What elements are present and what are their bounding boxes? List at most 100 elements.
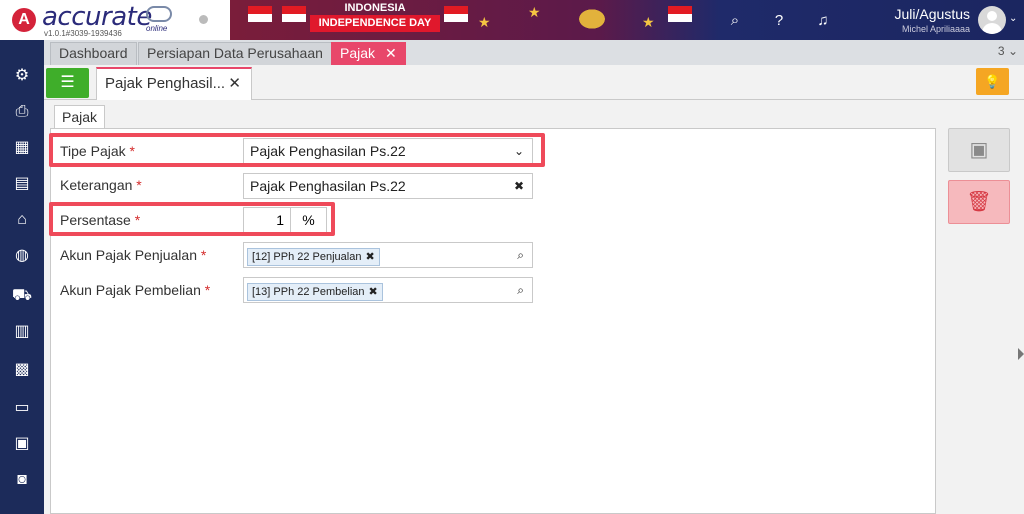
tab-label: Pajak (340, 45, 376, 61)
building-icon[interactable]: ▦ (10, 136, 34, 160)
trash-icon: 🗑 (966, 191, 992, 213)
independence-day-banner: INDONESIA INDEPENDENCE DAY ★ ★ ★ (238, 0, 698, 40)
required-mark: * (129, 143, 135, 159)
label-text: Persentase (60, 212, 131, 228)
close-icon[interactable]: ✕ (385, 45, 397, 61)
header-icons: ⌕ ? ♫ (725, 0, 833, 40)
status-dot (199, 15, 208, 24)
logo[interactable]: A accurate online v1.0.1#3039-1939436 (0, 0, 230, 40)
user-name: Michel Apriliaaaa (901, 24, 970, 34)
avatar[interactable] (978, 6, 1006, 34)
persentase-label: Persentase * (60, 212, 140, 228)
banner-title: INDONESIA (344, 2, 406, 14)
tipe-pajak-label: Tipe Pajak * (60, 143, 135, 159)
keterangan-label: Keterangan * (60, 177, 142, 193)
report-icon[interactable]: ◙ (10, 468, 34, 492)
tabs-count[interactable]: 3 ⌄ (998, 44, 1018, 58)
module-tabs: Dashboard Persiapan Data Perusahaan Paja… (44, 40, 1024, 65)
inventory-icon[interactable]: ▭ (10, 396, 34, 420)
search-icon[interactable]: ⌕ (517, 243, 524, 267)
bank-icon[interactable]: ⌂ (10, 208, 34, 232)
logo-mark-icon: A (12, 8, 36, 32)
remove-chip-icon[interactable]: ✖ (369, 286, 378, 298)
percent-unit: % (291, 207, 327, 233)
list-button[interactable]: ☰ (46, 68, 89, 98)
label-text: Keterangan (60, 177, 133, 193)
remove-chip-icon[interactable]: ✖ (365, 251, 374, 263)
doc-tab-label: Pajak Penghasil... (105, 75, 226, 92)
star-icon: ★ (478, 14, 491, 30)
tipe-pajak-select[interactable]: Pajak Penghasilan Ps.22 ⌄ (243, 138, 533, 164)
tab-label: Dashboard (59, 45, 128, 61)
cart-icon[interactable]: ⛟ (10, 284, 34, 308)
tab-pajak-form[interactable]: Pajak (54, 105, 106, 130)
period-label: Juli/Agustus (894, 6, 970, 22)
label-text: Tipe Pajak (60, 143, 126, 159)
search-icon[interactable]: ⌕ (517, 278, 524, 302)
lightbulb-icon: 💡 (984, 74, 1001, 89)
form-panel: Tipe Pajak * Pajak Penghasilan Ps.22 ⌄ K… (49, 128, 936, 514)
save-button[interactable]: ▣ (948, 128, 1010, 172)
expand-arrow-icon[interactable] (1018, 348, 1024, 360)
factory-icon[interactable]: ▩ (10, 358, 34, 382)
clear-icon[interactable]: ✖ (514, 174, 524, 198)
account-chip: [13] PPh 22 Pembelian ✖ (247, 283, 383, 301)
chevron-down-icon: ⌄ (513, 144, 524, 158)
app-version: v1.0.1#3039-1939436 (44, 29, 122, 38)
flag-icon (248, 6, 272, 22)
logo-subtext: online (146, 24, 168, 33)
required-mark: * (204, 282, 211, 298)
cloud-icon (146, 6, 172, 22)
akun-pajak-penjualan-field[interactable]: [12] PPh 22 Penjualan ✖ ⌕ (243, 242, 533, 268)
search-icon[interactable]: ⌕ (725, 12, 745, 29)
chip-label: [12] PPh 22 Penjualan (252, 251, 362, 263)
star-icon: ★ (642, 14, 655, 30)
required-mark: * (136, 177, 142, 193)
delete-button[interactable]: 🗑 (948, 180, 1010, 224)
tab-label: Persiapan Data Perusahaan (147, 45, 323, 61)
required-mark: * (200, 247, 207, 263)
select-value: Pajak Penghasilan Ps.22 (250, 143, 406, 159)
list-icon: ☰ (60, 74, 75, 91)
help-icon[interactable]: ? (769, 12, 789, 29)
floppy-disk-icon: ▣ (969, 139, 989, 161)
input-value: Pajak Penghasilan Ps.22 (250, 178, 406, 194)
akun-pajak-penjualan-label: Akun Pajak Penjualan * (60, 247, 206, 263)
star-icon: ★ (528, 4, 541, 20)
tab-dashboard[interactable]: Dashboard (50, 42, 137, 65)
lightbulb-button[interactable]: 💡 (976, 68, 1009, 95)
close-icon[interactable]: ✕ (228, 69, 241, 99)
doc-tab-pajak-penghasilan[interactable]: Pajak Penghasil... ✕ (96, 67, 252, 101)
money-bag-icon[interactable]: ◍ (10, 244, 34, 268)
settings-gear-icon[interactable]: ⚙ (10, 64, 34, 88)
required-mark: * (134, 212, 141, 228)
label-text: Akun Pajak Pembelian (60, 282, 201, 298)
sidebar: ⚙ ⎙ ▦ ▤ ⌂ ◍ ⛟ ▥ ▩ ▭ ▣ ◙ (0, 40, 44, 514)
book-icon[interactable]: ▤ (10, 172, 34, 196)
akun-pajak-pembelian-label: Akun Pajak Pembelian * (60, 282, 210, 298)
app-header: A accurate online v1.0.1#3039-1939436 IN… (0, 0, 1024, 40)
account-chip: [12] PPh 22 Penjualan ✖ (247, 248, 380, 266)
flag-icon (668, 6, 692, 22)
garuda-emblem-icon (572, 4, 612, 34)
tab-pajak[interactable]: Pajak ✕ (331, 42, 406, 65)
flag-icon (444, 6, 468, 22)
tabs-count-value: 3 (997, 44, 1005, 58)
keterangan-input[interactable]: Pajak Penghasilan Ps.22 ✖ (243, 173, 533, 199)
bell-icon[interactable]: ♫ (813, 12, 833, 29)
tab-persiapan-data-perusahaan[interactable]: Persiapan Data Perusahaan (138, 42, 332, 65)
flag-icon (282, 6, 306, 22)
chevron-down-icon[interactable]: ⌄ (1009, 13, 1017, 24)
main-content: Pajak Tipe Pajak * Pajak Penghasilan Ps.… (44, 100, 1024, 514)
persentase-input[interactable]: 1 (243, 207, 291, 233)
akun-pajak-pembelian-field[interactable]: [13] PPh 22 Pembelian ✖ ⌕ (243, 277, 533, 303)
chip-label: [13] PPh 22 Pembelian (252, 286, 365, 298)
cart-list-icon[interactable]: ▥ (10, 320, 34, 344)
logo-text: accurate (42, 2, 152, 32)
printer-icon[interactable]: ⎙ (10, 100, 34, 124)
banner-subtitle: INDEPENDENCE DAY (310, 15, 440, 32)
document-bar: ☰ Pajak Penghasil... ✕ 💡 (44, 65, 1024, 101)
label-text: Akun Pajak Penjualan (60, 247, 197, 263)
tax-icon[interactable]: ▣ (10, 432, 34, 456)
user-info[interactable]: Juli/Agustus Michel Apriliaaaa (884, 6, 970, 34)
